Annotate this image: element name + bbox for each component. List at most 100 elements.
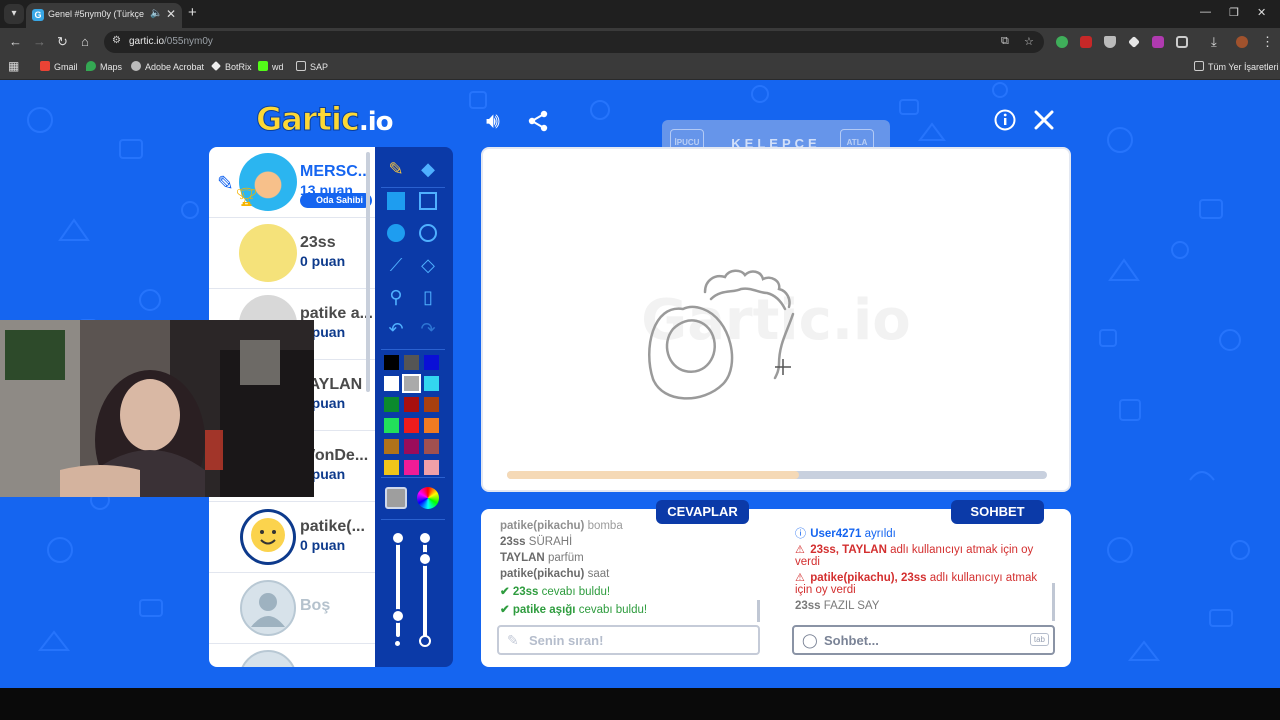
color-swatch[interactable] — [402, 374, 421, 393]
eraser-tool-icon[interactable]: ◆ — [414, 155, 442, 183]
line-tool-icon[interactable]: ⟋ — [382, 251, 410, 279]
all-bookmarks[interactable]: Tüm Yer İşaretleri — [1194, 61, 1279, 72]
drawing-canvas[interactable]: Gartic.io — [481, 147, 1071, 492]
extension-icon[interactable] — [1056, 36, 1068, 48]
extension-icon[interactable] — [1128, 36, 1140, 48]
color-swatch[interactable] — [404, 355, 419, 370]
opacity-slider-top-knob[interactable] — [391, 531, 405, 545]
chat-scrollbar[interactable] — [1052, 583, 1055, 621]
chat-tab[interactable]: SOHBET — [951, 500, 1044, 524]
bookmark-wd[interactable]: wd — [258, 61, 284, 72]
size-slider-top-knob[interactable] — [418, 531, 432, 545]
player-item[interactable]: ✎ 🏆︎ MERSC... 13 puan Oda Sahibi — [209, 147, 375, 218]
game-viewport: Gartic.io 🔊︎ ✎ 🏆︎ MERSC... 13 puan Oda S… — [0, 80, 1280, 688]
extensions-puzzle-icon[interactable] — [1176, 36, 1188, 48]
color-swatch[interactable] — [404, 439, 419, 454]
opacity-slider-knob[interactable] — [391, 609, 405, 623]
answers-scrollbar[interactable] — [757, 600, 760, 622]
install-app-icon[interactable]: ⧉ — [1001, 35, 1009, 48]
correct-answer-line: ✔ 23ss cevabı buldu! — [500, 586, 611, 598]
window-close-icon[interactable]: ✕ — [1257, 6, 1266, 19]
player-name: patike(... — [300, 518, 365, 535]
filled-circle-icon[interactable] — [382, 219, 410, 247]
tab-audio-icon[interactable]: 🔈 — [150, 8, 162, 19]
bookmark-gmail[interactable]: Gmail — [40, 61, 78, 72]
color-swatch[interactable] — [424, 439, 439, 454]
bookmarks-bar: ▦ Gmail Maps Adobe Acrobat BotRix wd SAP… — [0, 56, 1280, 80]
apps-grid-icon[interactable]: ▦ — [8, 59, 19, 73]
color-swatch[interactable] — [384, 397, 399, 412]
bookmark-sap[interactable]: SAP — [296, 61, 328, 72]
new-tab-icon[interactable]: + — [188, 4, 197, 21]
color-wheel-icon[interactable] — [417, 487, 439, 509]
bookmark-botrix[interactable]: BotRix — [211, 61, 252, 72]
color-swatch[interactable] — [404, 397, 419, 412]
color-swatch[interactable] — [384, 439, 399, 454]
chat-line: ⓘ User4271 ayrıldı — [795, 528, 896, 540]
share-icon[interactable] — [527, 110, 549, 132]
size-slider-knob[interactable] — [418, 552, 432, 566]
answer-input[interactable]: ✎ Senin sıran! — [497, 625, 760, 655]
extension-icon[interactable] — [1080, 36, 1092, 48]
bookmark-maps[interactable]: Maps — [86, 61, 122, 72]
bookmark-adobe-acrobat[interactable]: Adobe Acrobat — [131, 61, 204, 72]
color-swatch[interactable] — [404, 460, 419, 475]
minimize-icon[interactable]: — — [1200, 6, 1211, 18]
forward-icon[interactable]: → — [33, 34, 46, 49]
close-icon[interactable] — [1034, 110, 1054, 130]
extension-icon[interactable] — [1152, 36, 1164, 48]
current-color-swatch[interactable] — [385, 487, 407, 509]
player-item[interactable]: 23ss 0 puan — [209, 218, 375, 289]
gartic-logo[interactable]: Gartic.io — [256, 100, 394, 139]
tab-search-icon[interactable]: ▾ — [4, 4, 24, 24]
back-icon[interactable]: ← — [9, 34, 22, 49]
chat-line: ⚠ 23ss, TAYLAN adlı kullanıcıyı atmak iç… — [795, 544, 1034, 568]
color-swatch[interactable] — [384, 376, 399, 391]
home-icon[interactable]: ⌂ — [81, 34, 89, 49]
color-swatch[interactable] — [424, 376, 439, 391]
timer-progress-bar — [507, 471, 1047, 479]
chat-input-placeholder: Sohbet... — [824, 633, 879, 648]
undo-icon[interactable]: ↶ — [382, 315, 410, 343]
redo-icon[interactable]: ↷ — [414, 315, 442, 343]
browser-tab[interactable]: G Genel #5nym0y (Türkçe) - G 🔈 ✕ — [26, 3, 182, 28]
speaker-icon[interactable]: 🔊︎ — [486, 108, 500, 134]
tab-close-icon[interactable]: ✕ — [166, 7, 176, 21]
color-swatch[interactable] — [404, 418, 419, 433]
player-list-scrollbar[interactable] — [366, 152, 370, 392]
restore-icon[interactable]: ❐ — [1229, 6, 1239, 19]
new-page-icon[interactable]: ▯ — [414, 283, 442, 311]
player-item[interactable]: patike(... 0 puan — [209, 502, 375, 573]
download-icon[interactable]: ⤓ — [1211, 34, 1217, 50]
gmail-icon — [40, 61, 50, 71]
profile-avatar[interactable] — [1236, 36, 1248, 48]
rectangle-outline-icon[interactable] — [414, 187, 442, 215]
fill-bucket-icon[interactable]: ◇ — [414, 251, 442, 279]
color-swatch[interactable] — [384, 418, 399, 433]
chat-line: ⚠ patike(pikachu), 23ss adlı kullanıcıyı… — [795, 572, 1038, 596]
page-bottom-bar — [0, 688, 1280, 720]
browser-menu-icon[interactable]: ⋮ — [1261, 34, 1274, 50]
answer-line: patike(pikachu) bomba — [500, 520, 623, 532]
divider — [381, 477, 445, 478]
chat-input[interactable]: ◯ Sohbet... tab — [792, 625, 1055, 655]
shield-extension-icon[interactable] — [1104, 36, 1116, 48]
site-info-icon[interactable]: ⚙ — [112, 35, 121, 46]
color-swatch[interactable] — [384, 460, 399, 475]
pencil-tool-icon[interactable]: ✎ — [382, 155, 410, 183]
circle-outline-icon[interactable] — [414, 219, 442, 247]
color-swatch[interactable] — [424, 397, 439, 412]
timer-progress-fill — [507, 471, 799, 479]
eyedropper-icon[interactable]: ⚲ — [382, 283, 410, 311]
color-swatch[interactable] — [384, 355, 399, 370]
color-swatch[interactable] — [424, 418, 439, 433]
reload-icon[interactable]: ↻ — [57, 34, 68, 50]
info-icon[interactable] — [994, 109, 1016, 131]
address-bar[interactable]: ⚙ gartic.io/055nym0y ⧉ ☆ — [104, 31, 1044, 53]
filled-rectangle-icon[interactable] — [382, 187, 410, 215]
color-swatch[interactable] — [424, 355, 439, 370]
color-swatch[interactable] — [424, 460, 439, 475]
player-item-empty: Boş — [209, 573, 375, 644]
tab-title: Genel #5nym0y (Türkçe) - G — [48, 9, 144, 19]
bookmark-star-icon[interactable]: ☆ — [1024, 35, 1034, 48]
